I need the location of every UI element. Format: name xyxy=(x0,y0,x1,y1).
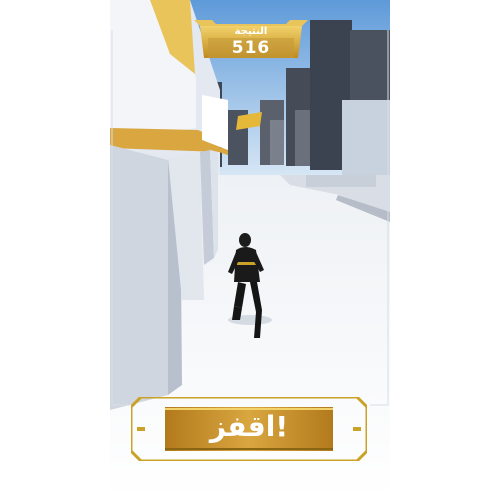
score-banner: النتيجة 516 xyxy=(194,12,308,58)
jump-button-label: اقفز! xyxy=(209,410,289,443)
jump-button[interactable]: اقفز! xyxy=(131,397,367,461)
score-label: النتيجة xyxy=(234,26,268,37)
game-viewport[interactable]: النتيجة 516 اقفز! xyxy=(110,0,390,500)
score-value: 516 xyxy=(231,38,271,58)
